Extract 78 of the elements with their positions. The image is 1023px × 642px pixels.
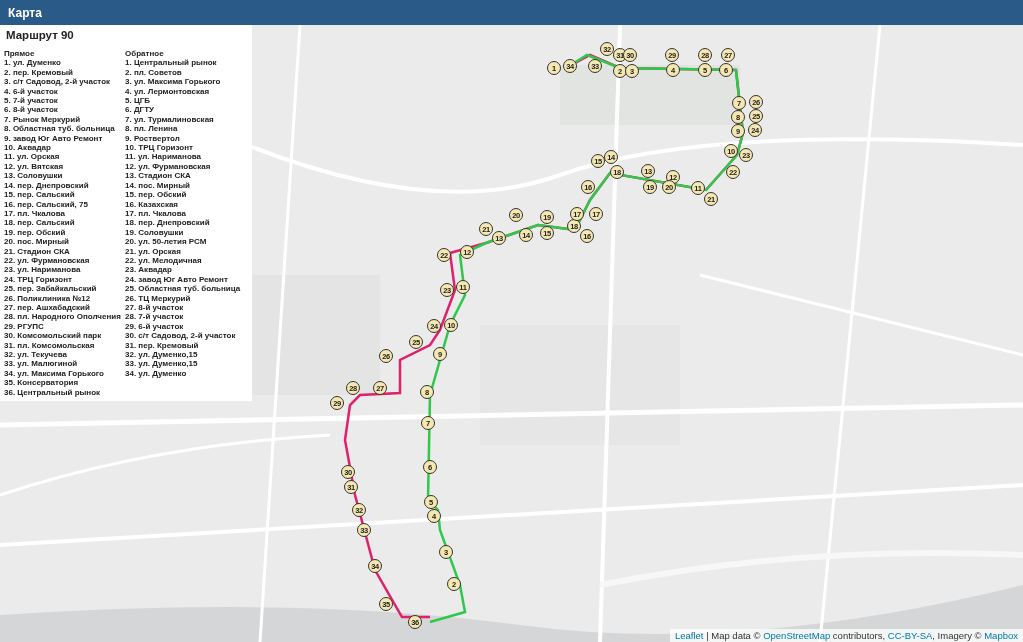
attribution-link[interactable]: Leaflet (674, 630, 704, 641)
stop-name: 8. пл. Ленина (125, 124, 179, 134)
stop-name: 3. ул. Максима Горького (125, 77, 222, 87)
stop-name: 5. 7-й участок (4, 96, 59, 106)
stop-name: 31. пер. Кремовый (125, 340, 200, 350)
stop-name: 11. ул. Орская (4, 152, 61, 162)
stop-name: 15. пер. Обский (125, 190, 187, 200)
route-title: Маршрут 90 (6, 29, 75, 41)
stop-name: 10. Аквадар (4, 143, 52, 153)
stop-name: 21. Стадион СКА (4, 246, 71, 256)
stop-name: 35. Консерватория (4, 378, 80, 388)
stop-name: 32. ул. Думенко,15 (125, 350, 199, 360)
stop-name: 26. ТЦ Меркурий (125, 293, 192, 303)
stop-name: 7. ул. Турмалиновская (125, 114, 215, 125)
stop-name: 19. пер. Обский (4, 227, 67, 238)
stop-name: 23. Аквадар (125, 265, 173, 275)
stop-name: 23. ул. Нариманова (4, 265, 82, 275)
stop-name: 6. 8-й участок (4, 105, 59, 115)
stop-name: 9. завод Юг Авто Ремонт (4, 133, 104, 144)
stop-name: 28. пл. Народного Ополчения (4, 312, 122, 322)
stop-name: 10. ТРЦ Горизонт (125, 143, 194, 153)
stop-name: 6. ДГТУ (125, 105, 155, 115)
stop-name: 24. завод Юг Авто Ремонт (125, 274, 229, 285)
stop-name: 19. Соловушки (125, 227, 185, 238)
stop-name: 2. пер. Кремовый (4, 67, 74, 78)
stop-name: 7. Рынок Меркурий (4, 114, 82, 125)
stop-name: 12. ул. Вятская (4, 161, 65, 172)
direction-heading: Обратное (125, 49, 165, 59)
stop-name: 22. ул. Мелодичная (125, 255, 203, 266)
stop-name: 13. Стадион СКА (125, 171, 192, 181)
stop-name: 18. пер. Днепровский (125, 218, 211, 228)
stop-name: 34. ул. Думенко (125, 368, 188, 379)
stop-name: 2. пл. Советов (125, 67, 183, 78)
stop-name: 18. пер. Сальский (4, 218, 76, 228)
stop-name: 27. пер. Ашхабадский (4, 302, 91, 313)
stop-name: 14. пер. Днепровский (4, 180, 90, 190)
stop-name: 25. пер. Забайкальский (4, 284, 98, 294)
stop-name: 3. с/т Садовод, 2-й участок (4, 77, 112, 87)
stop-name: 15. пер. Сальский (4, 190, 75, 200)
stop-name: 13. Соловушки (4, 171, 64, 181)
stop-name: 8. Областная туб. больница (4, 124, 116, 134)
stop-name: 33. ул. Малюгиной (4, 359, 79, 369)
stop-name: 36. Центральный рынок (4, 387, 102, 398)
stop-name: 25. Областная туб. больница (125, 284, 242, 294)
direction-heading: Прямое (4, 49, 36, 59)
stop-name: 5. ЦГБ (125, 96, 152, 106)
stop-name: 17. пл. Чкалова (125, 208, 187, 219)
stop-name: 26. Поликлиника №12 (4, 293, 92, 303)
stop-name: 4. 6-й участок (4, 86, 59, 97)
stop-name: 27. 8-й участок (125, 302, 184, 313)
stop-name: 4. ул. Лермонтовская (125, 86, 211, 97)
stop-name: 17. пл. Чкалова (4, 208, 65, 219)
stop-name: 9. Роствертол (125, 133, 181, 144)
stop-name: 20. ул. 50-летия РСМ (125, 237, 208, 247)
stop-name: 20. пос. Мирный (4, 237, 70, 247)
stop-name: 11. ул. Нариманова (125, 152, 203, 162)
stop-name: 12. ул. Фурмановская (125, 161, 212, 172)
stop-name: 32. ул. Текучева (4, 350, 68, 360)
stop-name: 34. ул. Максима Горького (4, 368, 105, 379)
stop-name: 21. ул. Орская (125, 246, 182, 256)
stop-name: 22. ул. Фурмановская (4, 255, 91, 266)
stop-name: 29. 6-й участок (125, 321, 185, 332)
attribution: Leaflet | Map data © OpenStreetMap contributors, CC-BY-SA, Imagery © Mapbox (669, 629, 1023, 642)
stop-name: 16. пер. Сальский, 75 (4, 199, 89, 209)
stop-name: 1. ул. Думенко (4, 58, 62, 68)
stop-name: 28. 7-й участок (125, 312, 185, 322)
stop-name: 24. ТРЦ Горизонт (4, 274, 73, 285)
stop-name: 30. Комсомольский парк (4, 331, 103, 341)
stop-name: 14. пос. Мирный (125, 180, 191, 190)
stop-name: 31. пл. Комсомольская (4, 340, 96, 350)
stop-name: 16. Казахская (125, 199, 179, 209)
attribution-link[interactable]: OpenStreetMap (763, 630, 831, 641)
stop-name: 33. ул. Думенко,15 (125, 359, 199, 369)
stop-name: 30. с/т Садовод, 2-й участок (125, 331, 237, 341)
attribution-link[interactable]: Mapbox (984, 630, 1018, 641)
stop-name: 29. РГУПС (4, 321, 45, 332)
header-title: Карта (8, 5, 42, 20)
stop-name: 1. Центральный рынок (125, 58, 218, 68)
